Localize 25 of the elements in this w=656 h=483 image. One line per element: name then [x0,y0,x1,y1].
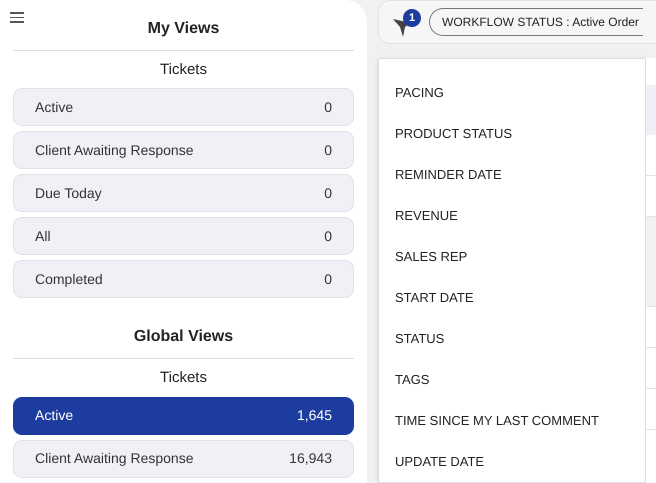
menu-item[interactable]: START DATE [379,277,645,318]
menu-icon[interactable] [10,12,24,22]
section-subtitle: Tickets [159,60,208,80]
count-badge: 1 [403,9,421,27]
menu-item[interactable]: REVENUE [379,195,645,236]
menu-item[interactable]: TAGS [379,359,645,400]
menu-item[interactable]: STATUS [379,318,645,359]
view-item[interactable]: Active 1,645 [13,396,354,434]
view-item[interactable]: Client Awaiting Response 0 [13,131,354,169]
view-item[interactable]: All 0 [13,217,354,255]
menu-item[interactable]: PRODUCT STATUS [379,113,645,154]
filter-button[interactable]: 1 [393,8,421,36]
view-item[interactable]: Client Awaiting Response 16,943 [13,440,354,478]
filter-chip[interactable]: WORKFLOW STATUS : Active Order [429,8,643,36]
view-item[interactable]: Active 0 [13,88,354,126]
section-title: Global Views [13,325,354,359]
section-subtitle: Tickets [159,368,208,388]
menu-item[interactable]: TIME SINCE MY LAST COMMENT [379,400,645,441]
section-title: My Views [13,16,354,50]
menu-item[interactable]: REMINDER DATE [379,154,645,195]
menu-item[interactable]: PACING [379,72,645,113]
view-item[interactable]: Completed 0 [13,260,354,298]
view-item[interactable]: Due Today 0 [13,174,354,212]
menu-item[interactable]: SALES REP [379,236,645,277]
menu-item[interactable]: UPDATE DATE [379,441,645,482]
